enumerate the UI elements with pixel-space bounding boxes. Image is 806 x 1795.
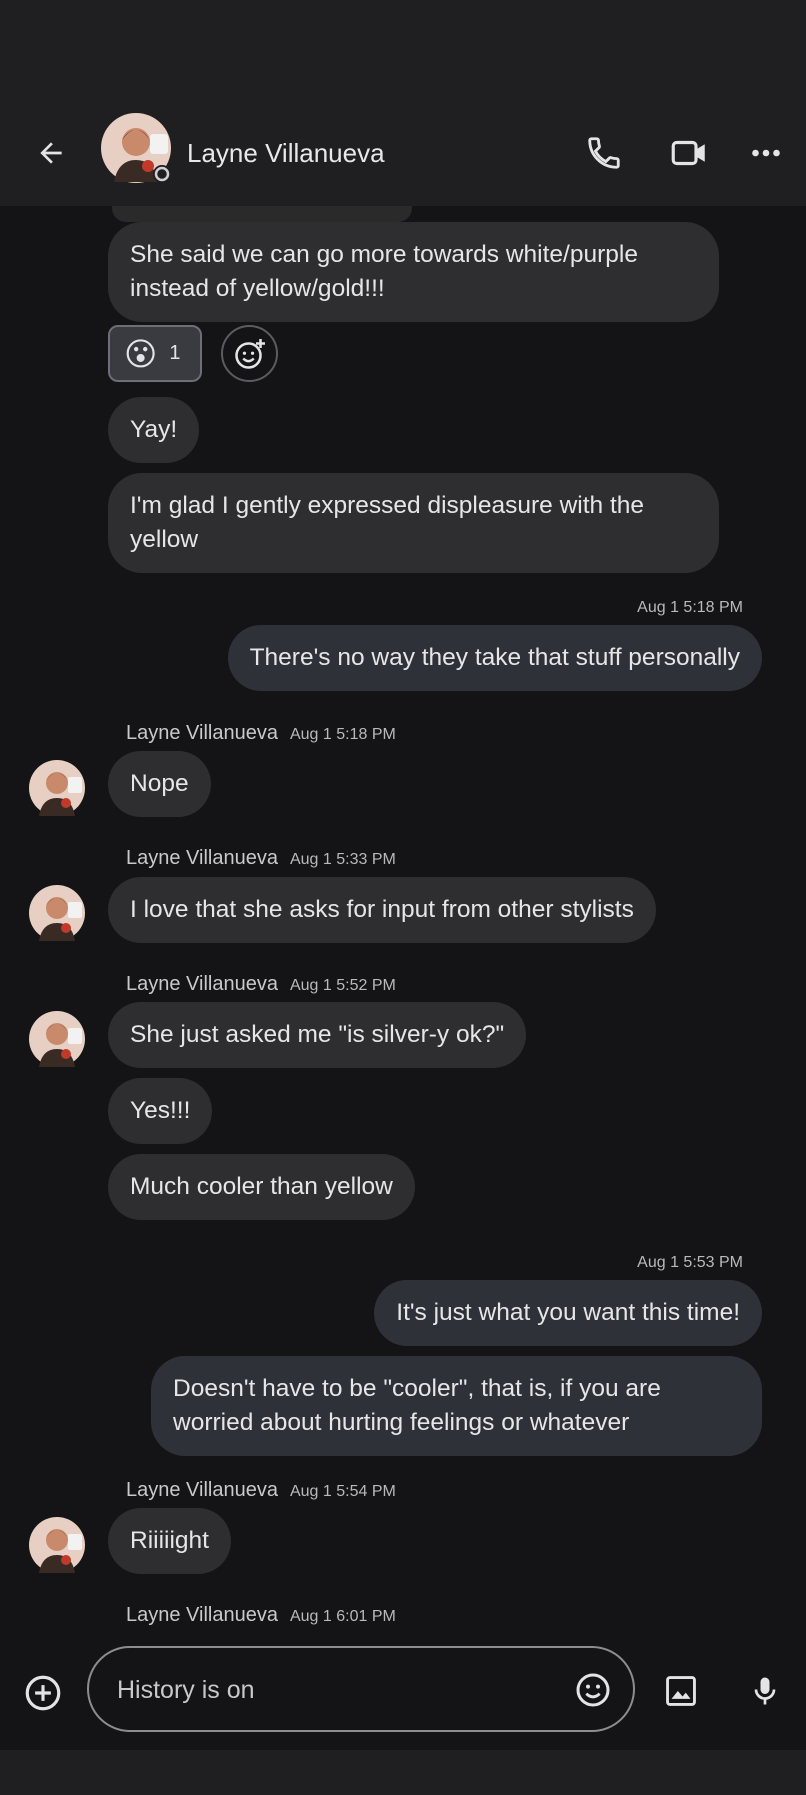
- more-horizontal-icon: [752, 149, 780, 157]
- message-text: I love that she asks for input from othe…: [130, 896, 634, 923]
- message-text: yellow: [130, 526, 199, 553]
- message-bubble-incoming[interactable]: She said we can go more towards white/pu…: [108, 222, 719, 322]
- sender-line: Layne Villanueva Aug 1 5:54 PM: [126, 1479, 396, 1502]
- message-text: She just asked me "is silver-y ok?": [130, 1021, 505, 1048]
- message-input-container[interactable]: [87, 1646, 635, 1732]
- message-text: instead of yellow/gold!!!: [130, 275, 385, 302]
- message-bubble-outgoing[interactable]: There's no way they take that stuff pers…: [227, 625, 762, 691]
- message-text: Nope: [130, 770, 189, 797]
- sender-time: Aug 1 5:33 PM: [289, 851, 396, 868]
- sender-line: Layne Villanueva Aug 1 5:33 PM: [126, 847, 396, 870]
- sender-avatar[interactable]: [28, 1516, 86, 1574]
- arrow-back-icon: [40, 142, 62, 164]
- message-bubble-incoming[interactable]: She just asked me "is silver-y ok?": [108, 1002, 527, 1068]
- sender-line: Layne Villanueva Aug 1 6:01 PM: [126, 1604, 396, 1627]
- message-text: Doesn't have to be "cooler", that is, if…: [173, 1375, 661, 1402]
- gallery-button[interactable]: [656, 1666, 706, 1716]
- add-circle-icon: [25, 1675, 61, 1711]
- message-text: She said we can go more towards white/pu…: [130, 241, 638, 268]
- add-emoji-icon: [234, 338, 265, 369]
- message-text: Yay!: [130, 416, 178, 443]
- message-text: I'm glad I gently expressed displeasure …: [130, 492, 645, 519]
- message-bubble-outgoing[interactable]: It's just what you want this time!: [374, 1280, 762, 1346]
- message-timestamp: Aug 1 5:53 PM: [637, 1254, 743, 1271]
- call-button[interactable]: [579, 128, 629, 178]
- message-text: Yes!!!: [130, 1097, 191, 1124]
- sender-time: Aug 1 5:18 PM: [289, 726, 396, 743]
- system-navigation-bar: [0, 1750, 806, 1795]
- add-attachment-button[interactable]: [18, 1668, 68, 1718]
- contact-avatar[interactable]: [100, 112, 172, 184]
- sender-time: Aug 1 5:54 PM: [289, 1483, 396, 1500]
- message-bubble-incoming[interactable]: Nope: [108, 751, 211, 817]
- sender-name: Layne Villanueva: [126, 973, 278, 995]
- message-bubble-incoming[interactable]: Riiiiight: [108, 1508, 231, 1574]
- image-icon: [666, 1676, 696, 1706]
- message-bubble-incoming[interactable]: Yay!: [108, 397, 200, 463]
- message-text: Riiiiight: [130, 1527, 209, 1554]
- message-bubble-incoming[interactable]: Yes!!!: [108, 1078, 213, 1144]
- message-input[interactable]: [117, 1668, 537, 1712]
- microphone-icon: [754, 1677, 776, 1705]
- add-reaction-button[interactable]: [221, 325, 278, 382]
- emoji-button[interactable]: [569, 1666, 617, 1714]
- message-text: There's no way they take that stuff pers…: [249, 644, 740, 671]
- sender-avatar[interactable]: [28, 759, 86, 817]
- sender-line: Layne Villanueva Aug 1 5:52 PM: [126, 973, 396, 996]
- sender-avatar[interactable]: [28, 1010, 86, 1068]
- contact-name[interactable]: Layne Villanueva: [187, 130, 385, 176]
- sender-time: Aug 1 6:01 PM: [289, 1608, 396, 1625]
- message-timestamp: Aug 1 5:18 PM: [637, 599, 743, 616]
- reaction-chip[interactable]: 😮 1: [108, 325, 202, 382]
- message-bubble-incoming[interactable]: I love that she asks for input from othe…: [108, 877, 656, 943]
- sender-name: Layne Villanueva: [126, 1604, 278, 1626]
- sender-time: Aug 1 5:52 PM: [289, 977, 396, 994]
- message-bubble-incoming[interactable]: Much cooler than yellow: [108, 1154, 415, 1220]
- composer: [0, 1646, 806, 1750]
- message-list[interactable]: She said we can go more towards white/pu…: [0, 206, 806, 1646]
- sender-name: Layne Villanueva: [126, 847, 278, 869]
- sender-line: Layne Villanueva Aug 1 5:18 PM: [126, 722, 396, 745]
- status-bar: [0, 0, 806, 108]
- astonished-face-icon: 😮: [124, 335, 158, 372]
- message-bubble-outgoing[interactable]: Doesn't have to be "cooler", that is, if…: [151, 1356, 762, 1456]
- app-bar: Layne Villanueva: [0, 108, 806, 206]
- image-attachment-peek[interactable]: [112, 206, 412, 222]
- video-call-button[interactable]: [664, 128, 714, 178]
- message-bubble-incoming[interactable]: I'm glad I gently expressed displeasure …: [108, 473, 719, 573]
- emoji-icon: [576, 1673, 610, 1707]
- back-button[interactable]: [28, 130, 74, 176]
- more-options-button[interactable]: [741, 128, 791, 178]
- sender-name: Layne Villanueva: [126, 1479, 278, 1501]
- sender-name: Layne Villanueva: [126, 722, 278, 744]
- message-text: Much cooler than yellow: [130, 1173, 393, 1200]
- sender-avatar[interactable]: [28, 884, 86, 942]
- video-camera-icon: [671, 140, 705, 166]
- message-text: It's just what you want this time!: [396, 1299, 740, 1326]
- message-text: worried about hurting feelings or whatev…: [173, 1409, 630, 1436]
- voice-message-button[interactable]: [740, 1666, 790, 1716]
- reaction-count: 1: [169, 342, 181, 364]
- phone-icon: [588, 137, 620, 169]
